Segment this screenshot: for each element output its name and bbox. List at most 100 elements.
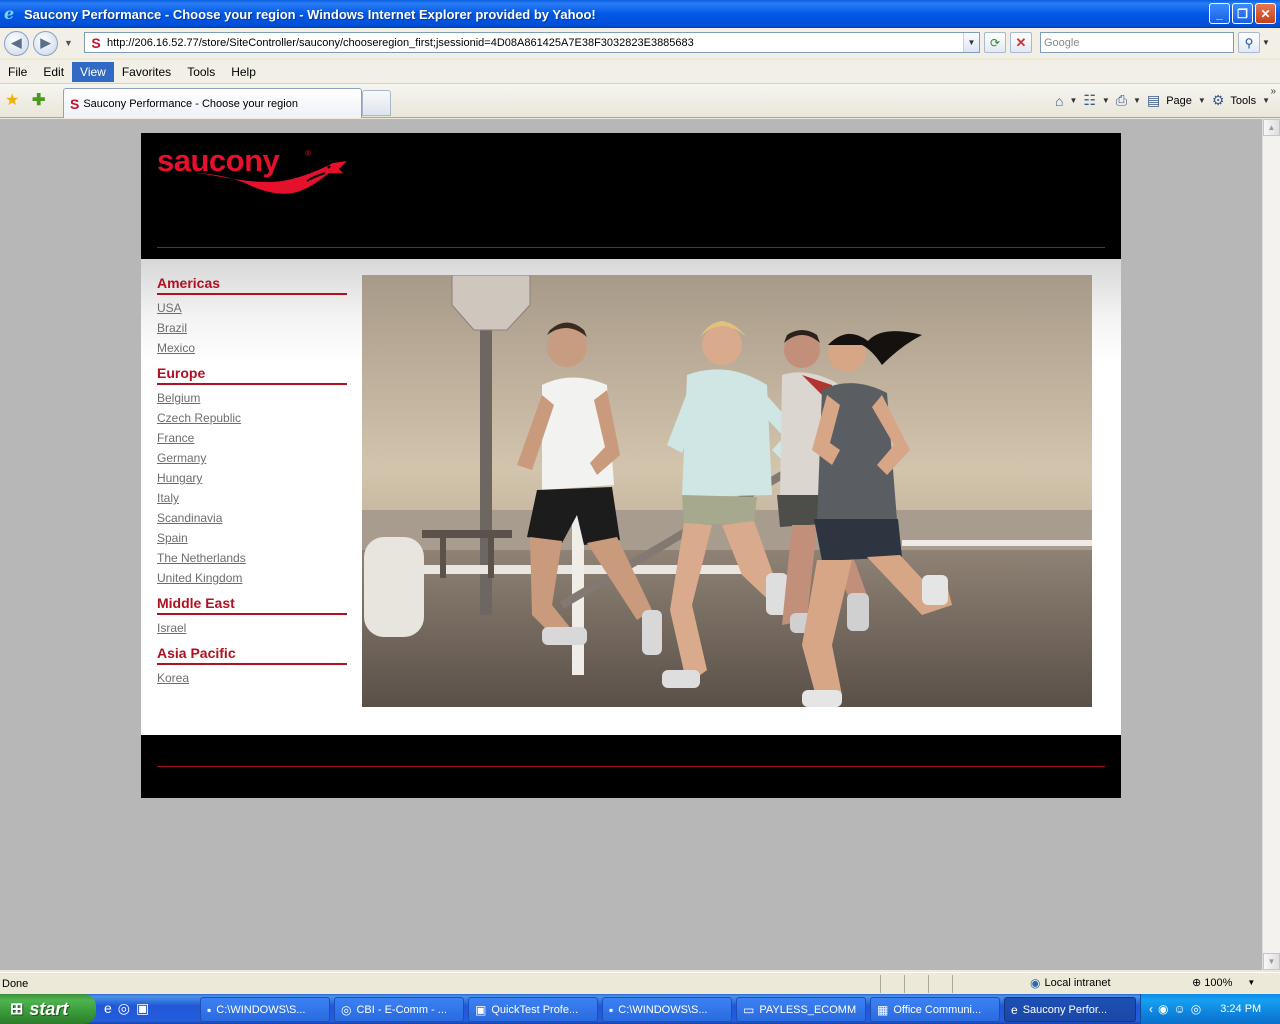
search-options-dropdown-icon[interactable]: ▼ <box>1262 38 1270 47</box>
back-button[interactable]: ◀ <box>4 30 29 56</box>
country-link-mexico[interactable]: Mexico <box>157 339 347 359</box>
search-input[interactable]: Google <box>1040 32 1234 53</box>
start-button[interactable]: ⊞ start <box>0 994 96 1024</box>
country-link-spain[interactable]: Spain <box>157 529 347 549</box>
refresh-button[interactable]: ⟳ <box>984 32 1006 53</box>
address-url[interactable]: http://206.16.52.77/store/SiteController… <box>105 37 963 49</box>
site-header: saucony ® <box>141 133 1121 259</box>
vertical-scrollbar[interactable]: ▲ ▼ <box>1262 119 1280 970</box>
address-dropdown-icon[interactable]: ▼ <box>963 33 979 52</box>
print-dropdown-icon[interactable]: ▼ <box>1133 96 1141 105</box>
country-link-germany[interactable]: Germany <box>157 449 347 469</box>
scroll-down-icon[interactable]: ▼ <box>1263 953 1280 970</box>
clock[interactable]: 3:24 PM <box>1220 1003 1261 1015</box>
zoom-dropdown-icon[interactable]: ▼ <box>1247 978 1255 987</box>
tray-collapse-icon[interactable]: ‹ <box>1149 1002 1153 1016</box>
menu-tools[interactable]: Tools <box>179 62 223 82</box>
windows-flag-icon: ⊞ <box>10 1001 24 1018</box>
site-body: Americas USA Brazil Mexico Europe Belgiu… <box>141 259 1121 735</box>
page-menu-button[interactable]: Page <box>1166 95 1192 107</box>
country-link-hungary[interactable]: Hungary <box>157 469 347 489</box>
forward-button[interactable]: ▶ <box>33 30 58 56</box>
country-link-israel[interactable]: Israel <box>157 619 347 639</box>
print-icon[interactable]: ⎙ <box>1116 92 1127 109</box>
region-list: Americas USA Brazil Mexico Europe Belgiu… <box>157 275 347 695</box>
browser-tray-icon[interactable]: ◎ <box>1191 1002 1201 1016</box>
restore-button[interactable]: ❐ <box>1232 3 1253 24</box>
tab-saucony[interactable]: S Saucony Performance - Choose your regi… <box>63 88 362 118</box>
tools-menu-button[interactable]: Tools <box>1230 95 1256 107</box>
ie-icon: e <box>1011 1002 1018 1017</box>
close-button[interactable]: ✕ <box>1255 3 1276 24</box>
country-link-belgium[interactable]: Belgium <box>157 389 347 409</box>
favorites-center-icon[interactable]: ★ <box>5 90 19 110</box>
tab-bar: ★ ✚ S Saucony Performance - Choose your … <box>0 84 1280 118</box>
country-link-scandinavia[interactable]: Scandinavia <box>157 509 347 529</box>
status-divider <box>952 974 976 993</box>
page-icon[interactable]: ▤ <box>1147 92 1160 109</box>
region-heading: Middle East <box>157 595 347 615</box>
app-launch-icon[interactable]: ▣ <box>136 1000 149 1017</box>
taskbar-button-cbi[interactable]: ◎ CBI - E-Comm - ... <box>334 997 464 1022</box>
taskbar-button-cmd-2[interactable]: ▪ C:\WINDOWS\S... <box>602 997 732 1022</box>
quicktest-icon: ▣ <box>475 1002 487 1017</box>
globe-icon: ◉ <box>1030 976 1041 990</box>
site-favicon-icon: S <box>91 34 101 51</box>
menu-favorites[interactable]: Favorites <box>114 62 179 82</box>
menu-file[interactable]: File <box>0 62 35 82</box>
browser-launch-icon[interactable]: ◎ <box>118 1000 130 1017</box>
menu-view[interactable]: View <box>72 61 114 82</box>
region-europe: Europe Belgium Czech Republic France Ger… <box>157 365 347 595</box>
country-link-usa[interactable]: USA <box>157 299 347 319</box>
country-link-netherlands[interactable]: The Netherlands <box>157 549 347 569</box>
taskbar-button-office-communicator[interactable]: ▦ Office Communi... <box>870 997 1000 1022</box>
home-dropdown-icon[interactable]: ▼ <box>1069 96 1077 105</box>
region-heading: Europe <box>157 365 347 385</box>
saucony-logo[interactable]: saucony ® <box>157 143 347 199</box>
site-footer <box>141 735 1121 798</box>
menu-help[interactable]: Help <box>223 62 264 82</box>
country-link-france[interactable]: France <box>157 429 347 449</box>
page-dropdown-icon[interactable]: ▼ <box>1198 96 1206 105</box>
communicator-icon: ▦ <box>877 1002 889 1017</box>
taskbar-button-quicktest[interactable]: ▣ QuickTest Profe... <box>468 997 598 1022</box>
menu-edit[interactable]: Edit <box>35 62 72 82</box>
add-favorites-icon[interactable]: ✚ <box>32 90 45 110</box>
security-zone[interactable]: ◉ Local intranet <box>1030 976 1111 990</box>
taskbar-button-saucony[interactable]: e Saucony Perfor... <box>1004 997 1136 1022</box>
region-heading: Asia Pacific <box>157 645 347 665</box>
console-icon: ▪ <box>207 1002 212 1017</box>
messenger-icon[interactable]: ☺ <box>1173 1002 1185 1016</box>
address-row: ◀ ▶ ▼ S http://206.16.52.77/store/SiteCo… <box>0 28 1280 58</box>
address-bar[interactable]: S http://206.16.52.77/store/SiteControll… <box>84 32 980 53</box>
recent-pages-dropdown-icon[interactable]: ▼ <box>64 38 73 48</box>
taskbar-button-payless[interactable]: ▭ PAYLESS_ECOMM <box>736 997 866 1022</box>
new-tab-button[interactable] <box>362 90 391 116</box>
zoom-level: 100% <box>1204 976 1233 989</box>
scroll-up-icon[interactable]: ▲ <box>1263 119 1280 136</box>
logo-swoosh-icon <box>197 161 347 194</box>
network-icon[interactable]: ◉ <box>1158 1002 1168 1016</box>
gear-icon[interactable]: ⚙ <box>1212 92 1225 109</box>
country-link-italy[interactable]: Italy <box>157 489 347 509</box>
zoom-control[interactable]: ⊕ 100% ▼ <box>1192 976 1255 990</box>
home-icon[interactable]: ⌂ <box>1055 93 1063 109</box>
browser-icon: ◎ <box>341 1002 352 1017</box>
taskbar-button-cmd-1[interactable]: ▪ C:\WINDOWS\S... <box>200 997 330 1022</box>
stop-button[interactable]: ✕ <box>1010 32 1032 53</box>
region-middle-east: Middle East Israel <box>157 595 347 645</box>
menu-bar: File Edit View Favorites Tools Help <box>0 60 1280 84</box>
taskbar-button-label: C:\WINDOWS\S... <box>216 1003 306 1016</box>
country-link-korea[interactable]: Korea <box>157 669 347 689</box>
country-link-brazil[interactable]: Brazil <box>157 319 347 339</box>
feeds-icon[interactable]: ☷ <box>1083 92 1096 109</box>
country-link-united-kingdom[interactable]: United Kingdom <box>157 569 347 589</box>
tools-dropdown-icon[interactable]: ▼ <box>1262 96 1270 105</box>
feeds-dropdown-icon[interactable]: ▼ <box>1102 96 1110 105</box>
search-button[interactable]: ⚲ <box>1238 32 1260 53</box>
country-link-czech-republic[interactable]: Czech Republic <box>157 409 347 429</box>
ie-launch-icon[interactable]: e <box>104 1000 112 1017</box>
command-bar: ⌂ ▼ ☷ ▼ ⎙ ▼ ▤ Page ▼ ⚙ Tools ▼ <box>1055 92 1270 109</box>
minimize-button[interactable]: _ <box>1209 3 1230 24</box>
more-commands-icon[interactable]: » <box>1270 86 1276 97</box>
